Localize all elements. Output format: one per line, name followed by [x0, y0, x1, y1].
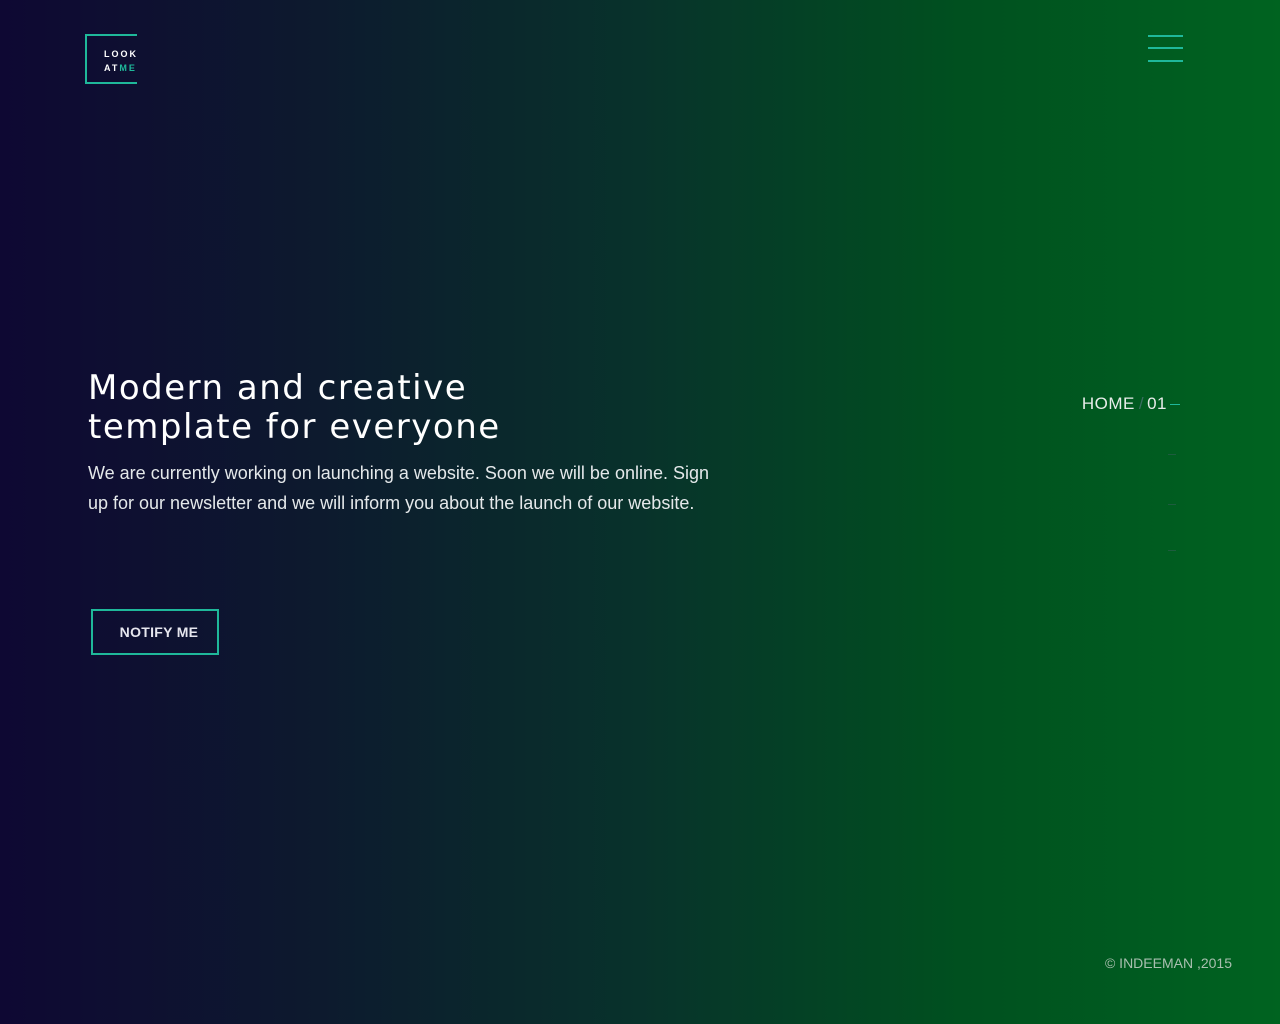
menu-bar-bottom [1148, 60, 1183, 62]
logo-line-2-accent: ME [119, 63, 137, 73]
section-nav-dot-2[interactable] [1168, 454, 1176, 455]
hero-description: We are currently working on launching a … [88, 463, 710, 513]
logo-line-1: LOOK [104, 49, 138, 59]
section-nav-dot-3[interactable] [1168, 504, 1176, 505]
section-nav-number: 01 [1147, 394, 1167, 413]
logo-line-2: ATME [104, 61, 138, 75]
section-nav-dot-4[interactable] [1168, 550, 1176, 551]
section-nav-current[interactable]: HOME/01 [1082, 393, 1180, 415]
logo-line-2-part-1: AT [104, 63, 120, 73]
section-nav-separator: / [1138, 394, 1145, 413]
section-nav: HOME/01 [980, 393, 1180, 573]
menu-bar-middle [1148, 47, 1183, 49]
logo[interactable]: LOOK ATME [85, 34, 137, 84]
hero-title: Modern and creative template for everyon… [88, 369, 688, 447]
section-nav-label: HOME [1081, 394, 1135, 413]
hamburger-menu-icon[interactable] [1148, 35, 1183, 63]
section-nav-active-dash [1170, 404, 1180, 406]
copyright-text: © INDEEMAN ,2015 [1104, 955, 1232, 971]
logo-text: LOOK ATME [104, 47, 138, 75]
hero-title-line-2: template for everyone [88, 407, 501, 447]
notify-me-button[interactable]: NOTIFY ME [91, 609, 219, 655]
hero-title-line-1: Modern and creative [88, 368, 468, 408]
menu-bar-top [1148, 35, 1183, 37]
